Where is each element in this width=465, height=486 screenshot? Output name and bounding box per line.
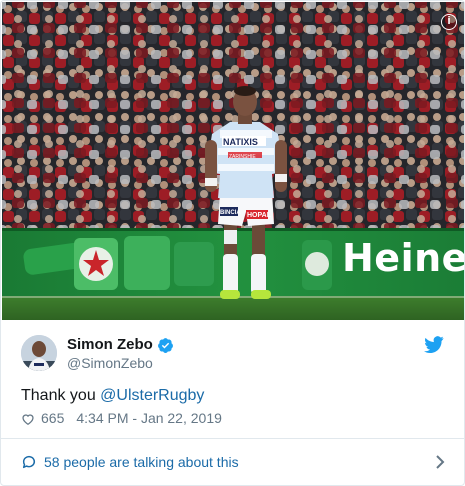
svg-text:ZARINSHIE: ZARINSHIE — [229, 154, 256, 160]
info-icon[interactable]: i — [441, 14, 457, 30]
twitter-bird-icon[interactable] — [424, 336, 444, 354]
mention-link[interactable]: @UlsterRugby — [100, 387, 204, 404]
svg-text:HOPAL: HOPAL — [247, 212, 272, 219]
heart-icon[interactable] — [21, 412, 35, 426]
conversation-label: 58 people are talking about this — [44, 453, 239, 470]
timestamp[interactable]: 4:34 PM - Jan 22, 2019 — [76, 410, 222, 427]
like-count[interactable]: 665 — [41, 410, 64, 427]
speech-bubble-icon — [21, 454, 37, 470]
banner-text: Heine — [342, 236, 465, 280]
svg-text:BINCIA: BINCIA — [220, 210, 241, 216]
name-row: Simon Zebo — [67, 336, 174, 354]
tweet-text: Thank you @UlsterRugby — [21, 386, 204, 406]
tweet-author-header: Simon Zebo @SimonZebo — [21, 335, 446, 375]
handle[interactable]: @SimonZebo — [67, 355, 153, 372]
verified-badge-icon — [157, 337, 174, 354]
embedded-tweet-card: NATIXIS ZARINSHIE BINCIA HOPAL Heine i S… — [0, 0, 465, 486]
display-name[interactable]: Simon Zebo — [67, 336, 153, 354]
tweet-meta: 665 4:34 PM - Jan 22, 2019 — [21, 410, 222, 427]
svg-text:NATIXIS: NATIXIS — [223, 137, 258, 147]
tweet-text-body: Thank you — [21, 387, 101, 404]
tweet-photo[interactable]: NATIXIS ZARINSHIE BINCIA HOPAL Heine i — [2, 2, 465, 320]
chevron-right-icon — [435, 454, 445, 470]
avatar[interactable] — [21, 335, 57, 371]
conversation-link[interactable]: 58 people are talking about this — [2, 439, 464, 485]
